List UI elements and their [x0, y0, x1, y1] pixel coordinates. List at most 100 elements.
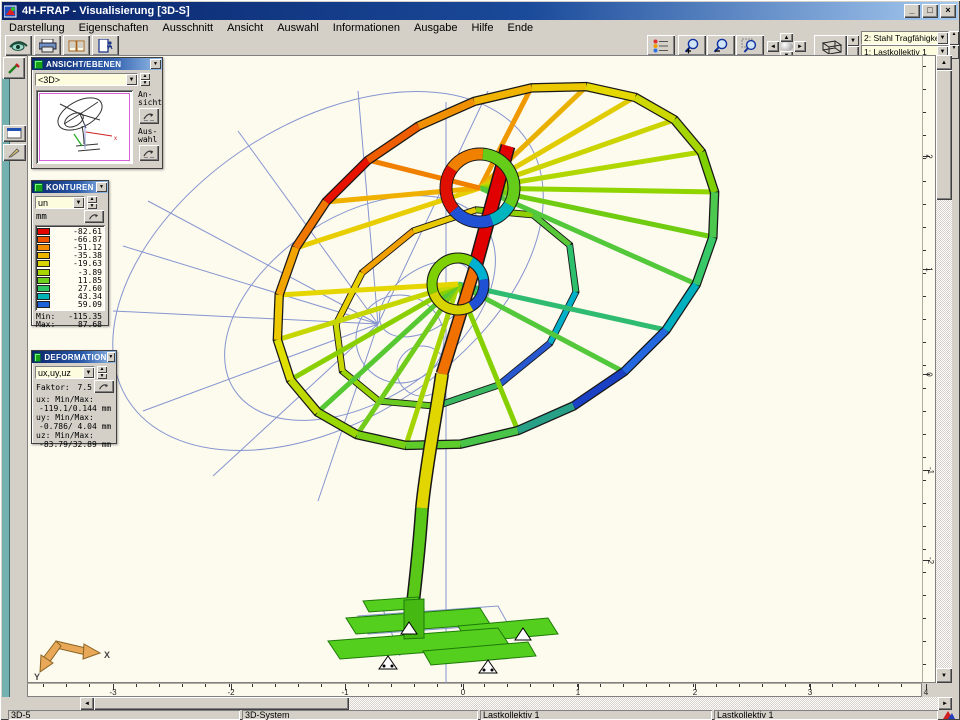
ruler-minor-tick [136, 684, 137, 687]
menu-item-informationen[interactable]: Informationen [326, 22, 407, 34]
ruler-minor-tick [923, 480, 926, 481]
minimize-button[interactable]: _ [904, 4, 920, 18]
menu-item-ausschnitt[interactable]: Ausschnitt [155, 22, 220, 34]
menu-item-eigenschaften[interactable]: Eigenschaften [72, 22, 156, 34]
deformation-panel-titlebar[interactable]: DEFORMATION ▼ [32, 351, 116, 363]
unit-label: mm [36, 212, 47, 222]
contour-combo[interactable]: un ▼ [35, 196, 85, 209]
ruler-minor-tick [298, 684, 299, 687]
scroll-left-button[interactable]: ◄ [80, 697, 94, 710]
ruler-label: 0 [461, 688, 465, 697]
ruler-minor-tick [923, 595, 926, 596]
zoom-window-button[interactable] [736, 35, 764, 56]
menu-item-ausgabe[interactable]: Ausgabe [407, 22, 464, 34]
vertical-ruler: 210-1-2 [922, 55, 936, 683]
pan-left-button[interactable]: ◄ [767, 41, 779, 52]
pan-center-knob[interactable] [780, 42, 793, 51]
legend-button[interactable] [647, 35, 675, 56]
legend-row: 59.09 [37, 301, 104, 309]
scroll-down-button[interactable]: ▼ [936, 668, 952, 683]
ruler-minor-tick [923, 273, 926, 274]
faktor-apply-button[interactable] [94, 380, 114, 393]
ruler-minor-tick [762, 684, 763, 687]
contour-spinner-down[interactable]: ▼ [87, 203, 97, 210]
legend-swatch [37, 228, 50, 235]
ruler-label: -1 [341, 688, 348, 697]
cad-window-button[interactable] [3, 125, 26, 142]
view-preview[interactable]: x [36, 90, 133, 164]
ruler-minor-tick [923, 204, 926, 205]
scroll-up-button[interactable]: ▲ [936, 55, 952, 70]
deformation-spinner-down[interactable]: ▼ [97, 373, 107, 380]
menu-item-ende[interactable]: Ende [500, 22, 540, 34]
ruler-minor-tick [923, 411, 926, 412]
perspective-dropdown-button[interactable]: ▼ [847, 35, 859, 46]
view-combo-arrow-icon[interactable]: ▼ [126, 74, 137, 85]
ruler-label: 1 [925, 267, 934, 271]
ruler-minor-tick [923, 641, 926, 642]
view-spinner-down[interactable]: ▼ [140, 80, 150, 87]
auswahl-apply-button[interactable] [139, 145, 159, 161]
ruler-minor-tick [600, 684, 601, 687]
ruler-minor-tick [739, 684, 740, 687]
faktor-value: 7.5 [70, 383, 92, 392]
model-preview-icon: x [40, 94, 128, 158]
deformation-panel-menu-button[interactable]: ▼ [107, 352, 115, 362]
ansicht-apply-button[interactable] [139, 108, 159, 124]
vertical-scrollbar: ▲ ▼ [936, 55, 952, 683]
konturen-panel-menu-button[interactable]: ▼ [96, 182, 107, 192]
hscroll-thumb[interactable] [94, 697, 349, 710]
deformation-combo-arrow-icon[interactable]: ▼ [83, 367, 94, 378]
menu-item-darstellung[interactable]: Darstellung [2, 22, 72, 34]
perspective-button[interactable] [814, 35, 847, 57]
maximize-button[interactable]: □ [922, 4, 938, 18]
ruler-minor-tick [855, 684, 856, 687]
unit-apply-button[interactable] [84, 210, 104, 223]
ruler-minor-tick [669, 684, 670, 687]
pan-right-button[interactable]: ► [794, 41, 806, 52]
ruler-minor-tick [901, 684, 902, 687]
draw-button[interactable] [3, 144, 26, 161]
spinner-up-button[interactable]: ▲ [949, 31, 959, 45]
menu-item-ansicht[interactable]: Ansicht [220, 22, 270, 34]
close-button[interactable]: × [940, 4, 956, 18]
menu-item-hilfe[interactable]: Hilfe [464, 22, 500, 34]
ruler-minor-tick [205, 684, 206, 687]
zoom-out-icon [713, 38, 730, 54]
zoom-in-button[interactable] [678, 35, 706, 56]
vscroll-thumb[interactable] [936, 70, 952, 200]
axis-x-label: X [104, 650, 110, 660]
ruler-minor-tick [923, 549, 926, 550]
zoom-out-button[interactable] [707, 35, 735, 56]
ruler-label: 2 [925, 154, 934, 158]
manual-button[interactable] [63, 35, 90, 56]
status-field: Lastkollektiv 1 [480, 710, 712, 720]
pen-icon [8, 147, 21, 158]
contour-combo-arrow-icon[interactable]: ▼ [73, 197, 84, 208]
ruler-minor-tick [923, 572, 926, 573]
konturen-panel-titlebar[interactable]: KONTUREN ▼ [32, 181, 108, 193]
status-field: Lastkollektiv 1 [714, 710, 938, 720]
menu-item-auswahl[interactable]: Auswahl [270, 22, 326, 34]
pan-up-button[interactable]: ▲ [780, 33, 793, 42]
edit-mode-button[interactable] [3, 57, 25, 79]
apply-arrow-icon [143, 111, 156, 121]
ruler-minor-tick [923, 66, 926, 67]
legend-value: 59.09 [50, 300, 104, 309]
deformation-combo[interactable]: ux,uy,uz ▼ [35, 366, 95, 379]
print-button[interactable] [34, 35, 61, 56]
ruler-minor-tick [159, 684, 160, 687]
ansicht-panel-menu-button[interactable]: ▼ [150, 59, 161, 69]
analysis-combo[interactable]: 2: Stahl Tragfähigkeit (Th. 2. O ▼ [861, 31, 949, 45]
ruler-minor-tick [66, 684, 67, 687]
scroll-right-button[interactable]: ► [938, 697, 952, 710]
app-icon [4, 5, 18, 18]
ansicht-ebenen-panel: ANSICHT/EBENEN ▼ <3D> ▼ ▲ ▼ x [31, 57, 163, 169]
view-combo[interactable]: <3D> ▼ [35, 73, 138, 86]
deformation-panel: DEFORMATION ▼ ux,uy,uz ▼ ▲ ▼ Faktor: 7.5… [31, 350, 117, 444]
ruler-minor-tick [923, 342, 926, 343]
ansicht-panel-titlebar[interactable]: ANSICHT/EBENEN ▼ [32, 58, 162, 70]
view-button[interactable] [5, 35, 32, 56]
analysis-combo-arrow-icon[interactable]: ▼ [937, 32, 948, 44]
exit-button[interactable] [92, 35, 119, 56]
